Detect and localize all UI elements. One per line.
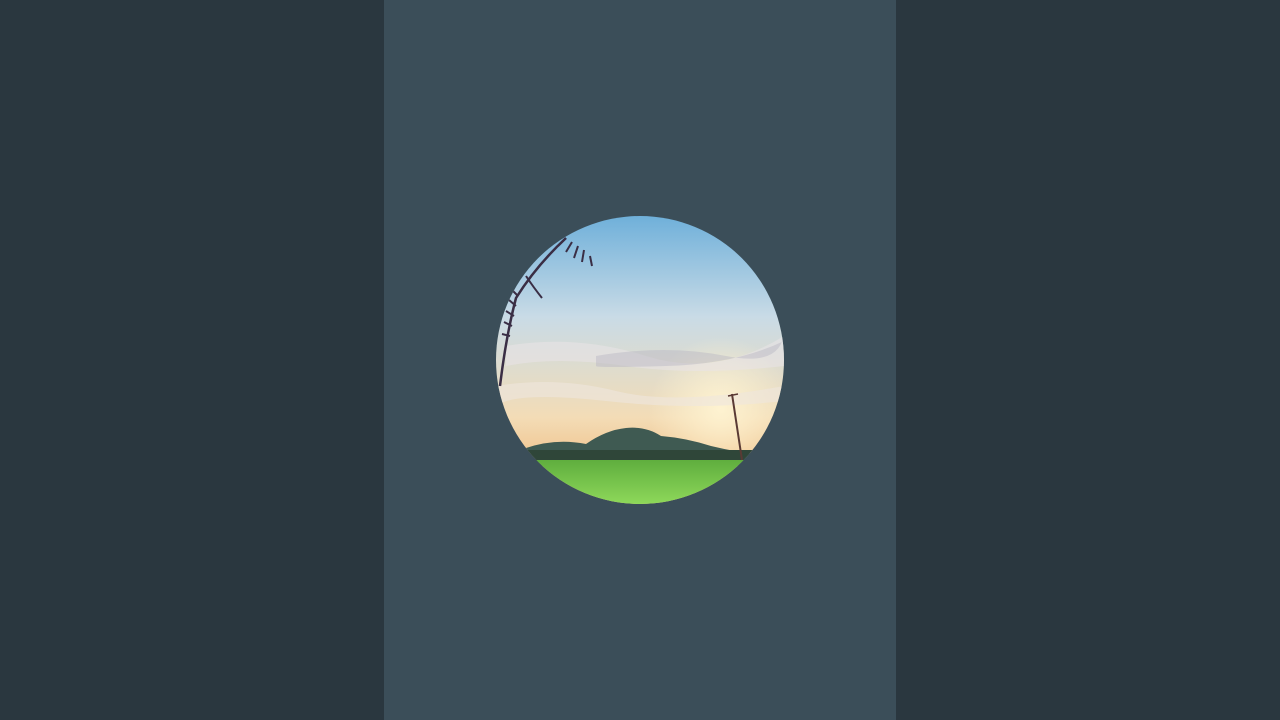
video-frame [0,0,1280,720]
landscape-photo-icon [496,216,784,504]
channel-avatar [496,216,784,504]
